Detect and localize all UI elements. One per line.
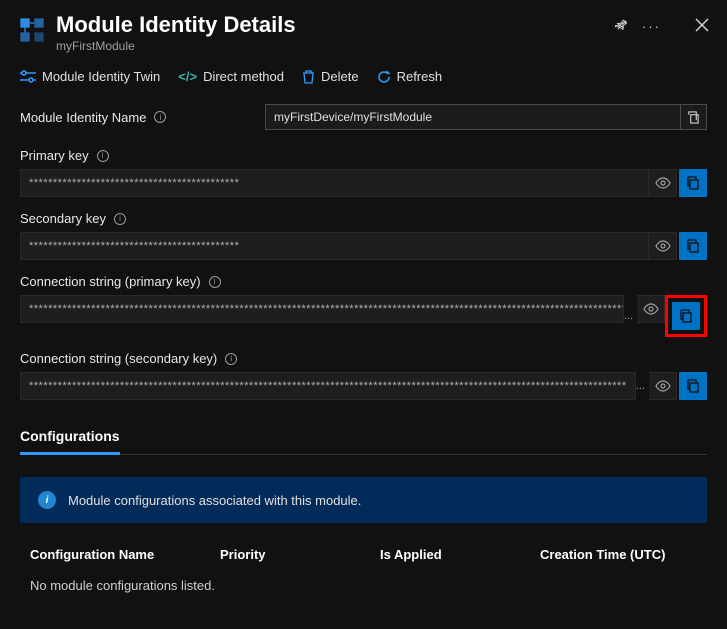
secondary-key-input[interactable]: ****************************************…	[20, 232, 649, 260]
secondary-key-label: Secondary key i	[20, 211, 707, 226]
divider	[20, 454, 707, 455]
page-subtitle: myFirstModule	[56, 39, 614, 53]
pin-icon[interactable]	[614, 18, 628, 35]
connection-string-primary-label: Connection string (primary key) i	[20, 274, 707, 289]
label-text: Connection string (primary key)	[20, 274, 201, 289]
trash-icon	[302, 70, 315, 84]
copy-icon	[686, 239, 700, 253]
eye-icon	[655, 240, 671, 252]
table-header: Configuration Name Priority Is Applied C…	[20, 523, 707, 570]
toolbar-label: Direct method	[203, 69, 284, 84]
eye-icon	[655, 380, 671, 392]
toolbar-label: Delete	[321, 69, 359, 84]
module-identity-twin-button[interactable]: Module Identity Twin	[20, 69, 160, 84]
label-text: Primary key	[20, 148, 89, 163]
highlight-annotation	[665, 295, 707, 337]
module-identity-name-input[interactable]	[265, 104, 681, 130]
page-title: Module Identity Details	[56, 12, 614, 38]
info-icon[interactable]: i	[154, 111, 166, 123]
label-text: Connection string (secondary key)	[20, 351, 217, 366]
refresh-icon	[377, 70, 391, 84]
label-text: Module Identity Name	[20, 110, 146, 125]
code-icon: </>	[178, 69, 197, 84]
column-priority: Priority	[220, 547, 380, 562]
copy-icon	[686, 176, 700, 190]
toolbar-label: Module Identity Twin	[42, 69, 160, 84]
copy-icon	[679, 309, 693, 323]
module-icon	[18, 16, 46, 44]
delete-button[interactable]: Delete	[302, 69, 359, 84]
direct-method-button[interactable]: </> Direct method	[178, 69, 284, 84]
more-icon[interactable]: ···	[642, 19, 661, 34]
eye-icon	[655, 177, 671, 189]
copy-icon	[686, 379, 700, 393]
label-text: Secondary key	[20, 211, 106, 226]
column-creation-time: Creation Time (UTC)	[540, 547, 697, 562]
command-bar: Module Identity Twin </> Direct method D…	[0, 59, 727, 96]
ellipsis-icon: ...	[624, 310, 637, 322]
ellipsis-icon: ...	[636, 380, 649, 392]
connection-string-secondary-input[interactable]: ****************************************…	[20, 372, 636, 400]
info-icon[interactable]: i	[97, 150, 109, 162]
copy-icon	[687, 111, 700, 124]
column-is-applied: Is Applied	[380, 547, 540, 562]
copy-button[interactable]	[679, 372, 707, 400]
copy-button[interactable]	[672, 302, 700, 330]
show-button[interactable]	[649, 169, 677, 197]
module-identity-name-label: Module Identity Name i	[20, 110, 265, 125]
primary-key-input[interactable]: ****************************************…	[20, 169, 649, 197]
blade-header: Module Identity Details myFirstModule ··…	[0, 0, 727, 59]
table-empty-message: No module configurations listed.	[20, 570, 707, 601]
configurations-tab[interactable]: Configurations	[20, 428, 120, 455]
copy-button[interactable]	[679, 232, 707, 260]
copy-button[interactable]	[679, 169, 707, 197]
toolbar-label: Refresh	[397, 69, 443, 84]
info-banner: i Module configurations associated with …	[20, 477, 707, 523]
connection-string-secondary-label: Connection string (secondary key) i	[20, 351, 707, 366]
info-icon[interactable]: i	[114, 213, 126, 225]
copy-button[interactable]	[681, 104, 707, 130]
eye-icon	[643, 303, 659, 315]
settings-icon	[20, 70, 36, 84]
show-button[interactable]	[649, 232, 677, 260]
info-icon[interactable]: i	[225, 353, 237, 365]
info-icon[interactable]: i	[209, 276, 221, 288]
info-badge-icon: i	[38, 491, 56, 509]
refresh-button[interactable]: Refresh	[377, 69, 443, 84]
primary-key-label: Primary key i	[20, 148, 707, 163]
show-button[interactable]	[649, 372, 677, 400]
close-icon[interactable]	[695, 18, 709, 35]
connection-string-primary-input[interactable]: ****************************************…	[20, 295, 624, 323]
show-button[interactable]	[637, 295, 665, 323]
banner-text: Module configurations associated with th…	[68, 493, 361, 508]
column-config-name: Configuration Name	[30, 547, 220, 562]
